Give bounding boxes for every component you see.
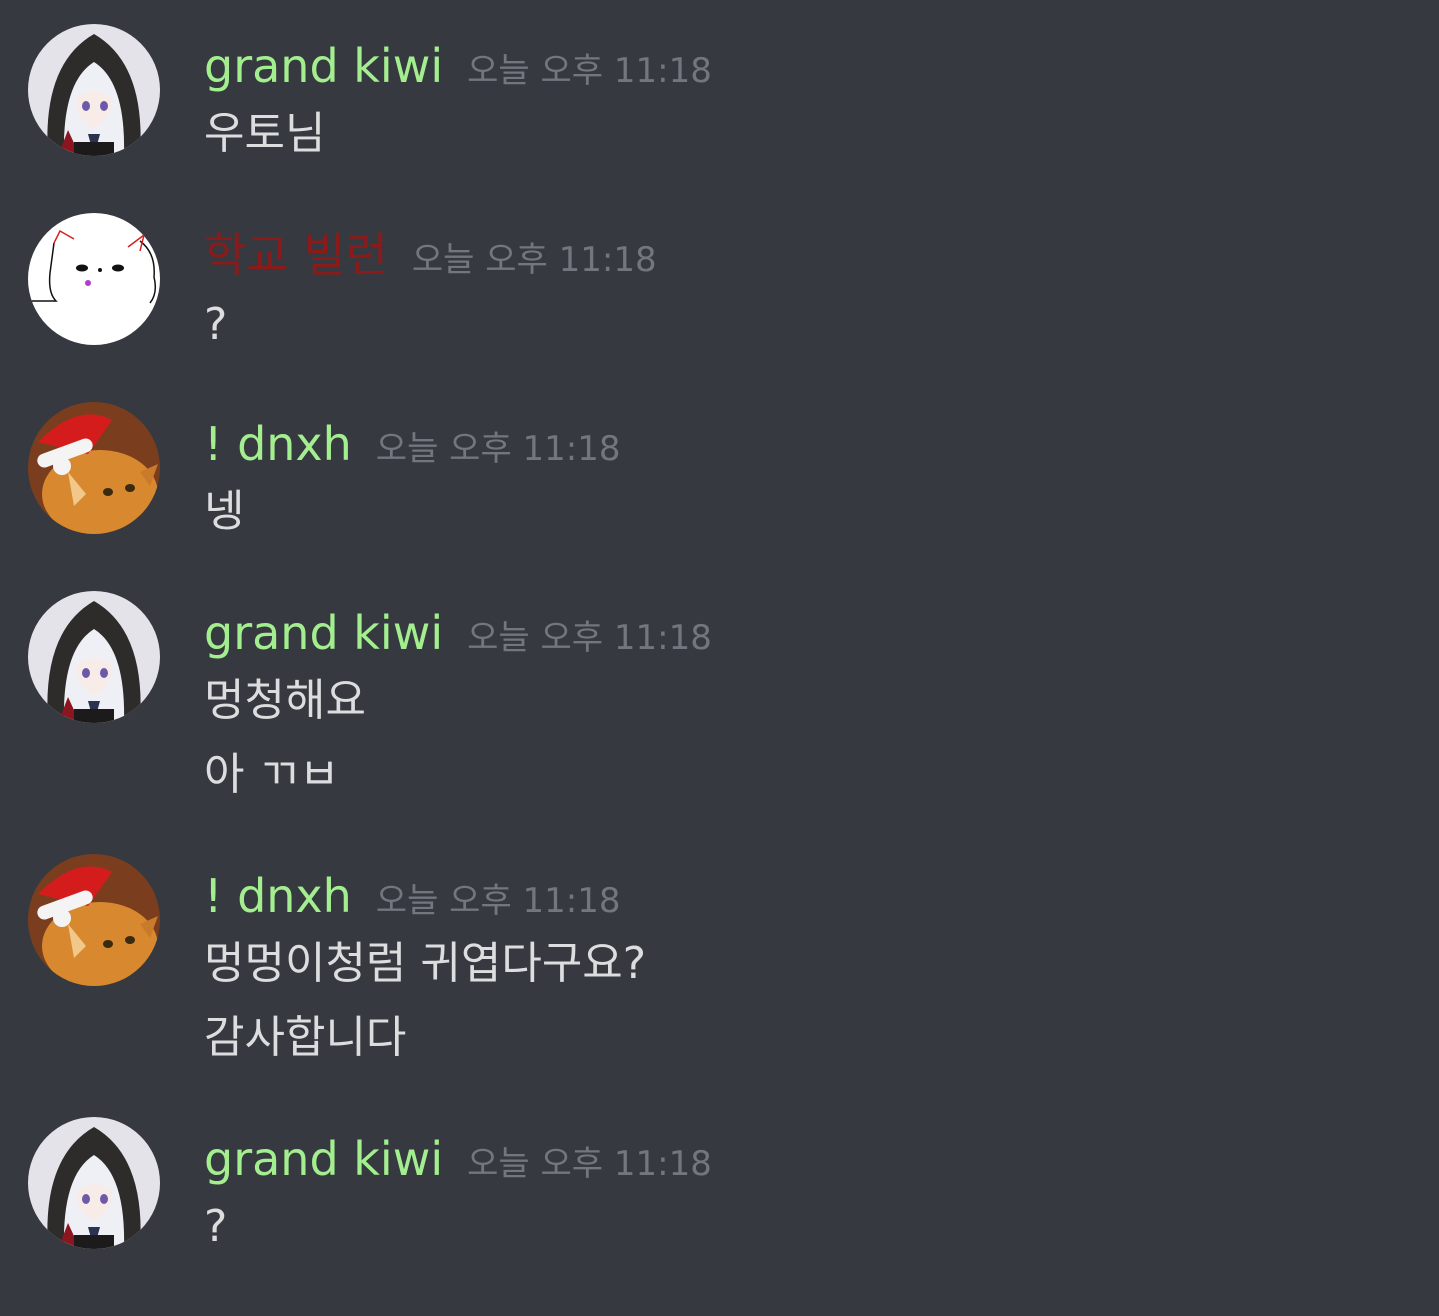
timestamp[interactable]: 오늘 오후 11:18: [376, 419, 621, 479]
avatar-dnxh[interactable]: [28, 402, 160, 534]
avatar-grand-kiwi[interactable]: [28, 1117, 160, 1249]
username[interactable]: grand kiwi: [204, 603, 443, 663]
anime-girl-hood-avatar: [28, 24, 160, 156]
message-text: 넹: [204, 486, 245, 537]
timestamp[interactable]: 오늘 오후 11:18: [467, 608, 712, 668]
message-text: ?: [204, 1201, 228, 1252]
avatar-grand-kiwi[interactable]: [28, 591, 160, 723]
message-header: grand kiwi 오늘 오후 11:18: [204, 36, 712, 96]
timestamp[interactable]: 오늘 오후 11:18: [412, 230, 657, 290]
message-header: ! dnxh 오늘 오후 11:18: [204, 414, 621, 474]
username[interactable]: ! dnxh: [204, 866, 352, 926]
username[interactable]: 학교 빌런: [204, 225, 388, 285]
message-text: 멍청해요: [204, 675, 366, 726]
message-text: ?: [204, 299, 228, 350]
white-cat-drawing-avatar: [28, 213, 160, 345]
message-text: 감사합니다: [204, 1012, 407, 1063]
timestamp[interactable]: 오늘 오후 11:18: [376, 871, 621, 931]
message-text: 아 ㄲㅂ: [204, 749, 340, 800]
santa-hat-cat-avatar: [28, 402, 160, 534]
anime-girl-hood-avatar: [28, 1117, 160, 1249]
message-header: grand kiwi 오늘 오후 11:18: [204, 1129, 712, 1189]
santa-hat-cat-avatar: [28, 854, 160, 986]
message-text: 우토님: [204, 108, 326, 159]
timestamp[interactable]: 오늘 오후 11:18: [467, 41, 712, 101]
username[interactable]: ! dnxh: [204, 414, 352, 474]
username[interactable]: grand kiwi: [204, 1129, 443, 1189]
chat-message-list: grand kiwi 오늘 오후 11:18 우토님 학교 빌런 오늘 오후 1…: [0, 0, 1439, 1316]
username[interactable]: grand kiwi: [204, 36, 443, 96]
avatar-grand-kiwi[interactable]: [28, 24, 160, 156]
message-header: ! dnxh 오늘 오후 11:18: [204, 866, 621, 926]
avatar-school-villain[interactable]: [28, 213, 160, 345]
message-header: grand kiwi 오늘 오후 11:18: [204, 603, 712, 663]
message-header: 학교 빌런 오늘 오후 11:18: [204, 225, 657, 285]
timestamp[interactable]: 오늘 오후 11:18: [467, 1134, 712, 1194]
anime-girl-hood-avatar: [28, 591, 160, 723]
message-text: 멍멍이청럼 귀엽다구요?: [204, 938, 647, 989]
avatar-dnxh[interactable]: [28, 854, 160, 986]
